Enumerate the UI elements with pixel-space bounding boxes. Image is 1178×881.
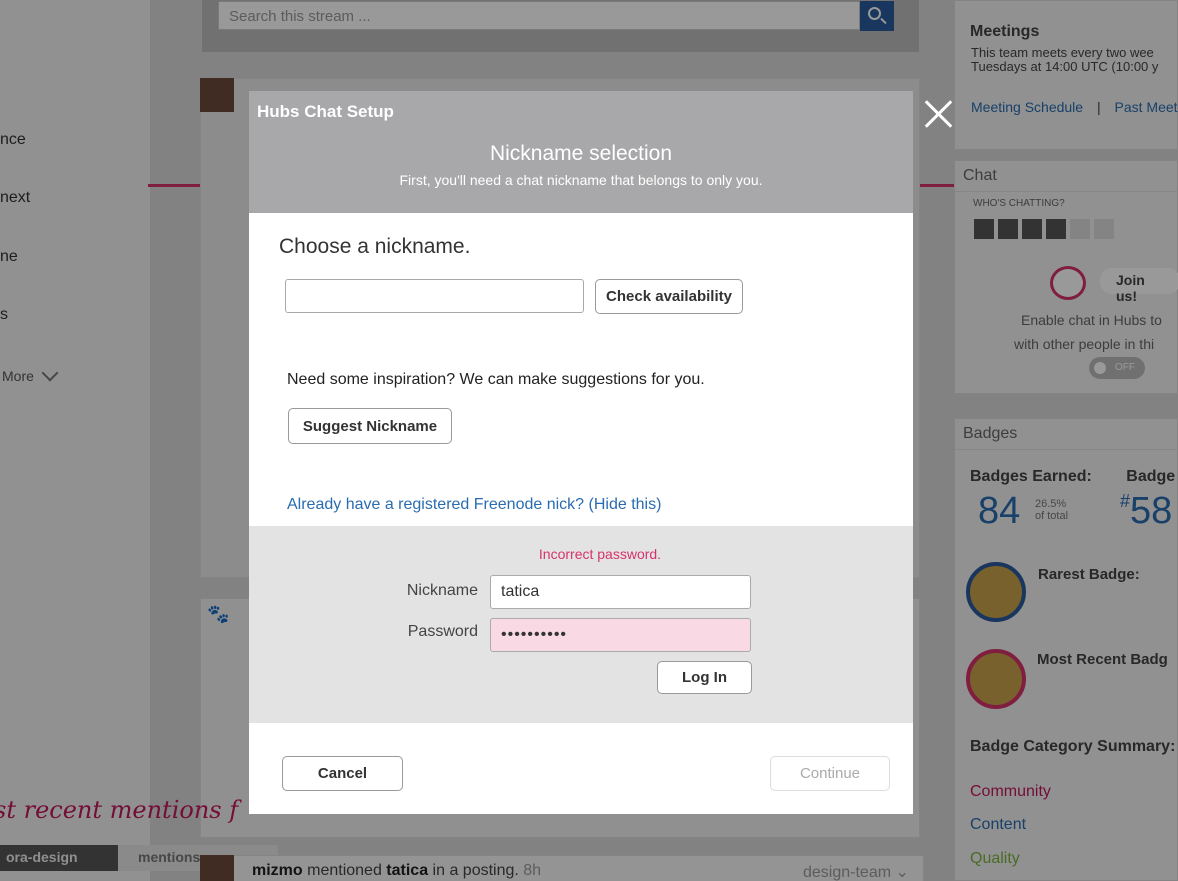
login-panel: Incorrect password. Nickname Password Lo…: [249, 526, 913, 723]
chat-setup-dialog: Hubs Chat Setup Nickname selection First…: [249, 91, 913, 814]
suggest-nickname-button[interactable]: Suggest Nickname: [288, 408, 452, 444]
registered-nick-link[interactable]: Already have a registered Freenode nick?…: [287, 496, 661, 514]
choose-nickname-heading: Choose a nickname.: [279, 235, 471, 258]
dialog-header: Hubs Chat Setup Nickname selection First…: [249, 91, 913, 213]
inspiration-text: Need some inspiration? We can make sugge…: [287, 371, 705, 388]
continue-button[interactable]: Continue: [770, 756, 890, 791]
login-password-field[interactable]: [490, 618, 751, 652]
login-error-message: Incorrect password.: [538, 546, 662, 562]
dialog-title: Nickname selection: [489, 142, 673, 165]
check-availability-button[interactable]: Check availability: [595, 279, 743, 314]
nickname-label: Nickname: [406, 582, 478, 599]
password-label: Password: [407, 623, 478, 640]
close-icon[interactable]: [922, 98, 954, 130]
cancel-button[interactable]: Cancel: [282, 756, 403, 791]
nickname-input[interactable]: [285, 279, 584, 313]
log-in-button[interactable]: Log In: [657, 661, 752, 694]
dialog-subtitle: First, you'll need a chat nickname that …: [399, 172, 763, 188]
dialog-app-title: Hubs Chat Setup: [257, 102, 394, 121]
login-nickname-field[interactable]: [490, 575, 751, 609]
